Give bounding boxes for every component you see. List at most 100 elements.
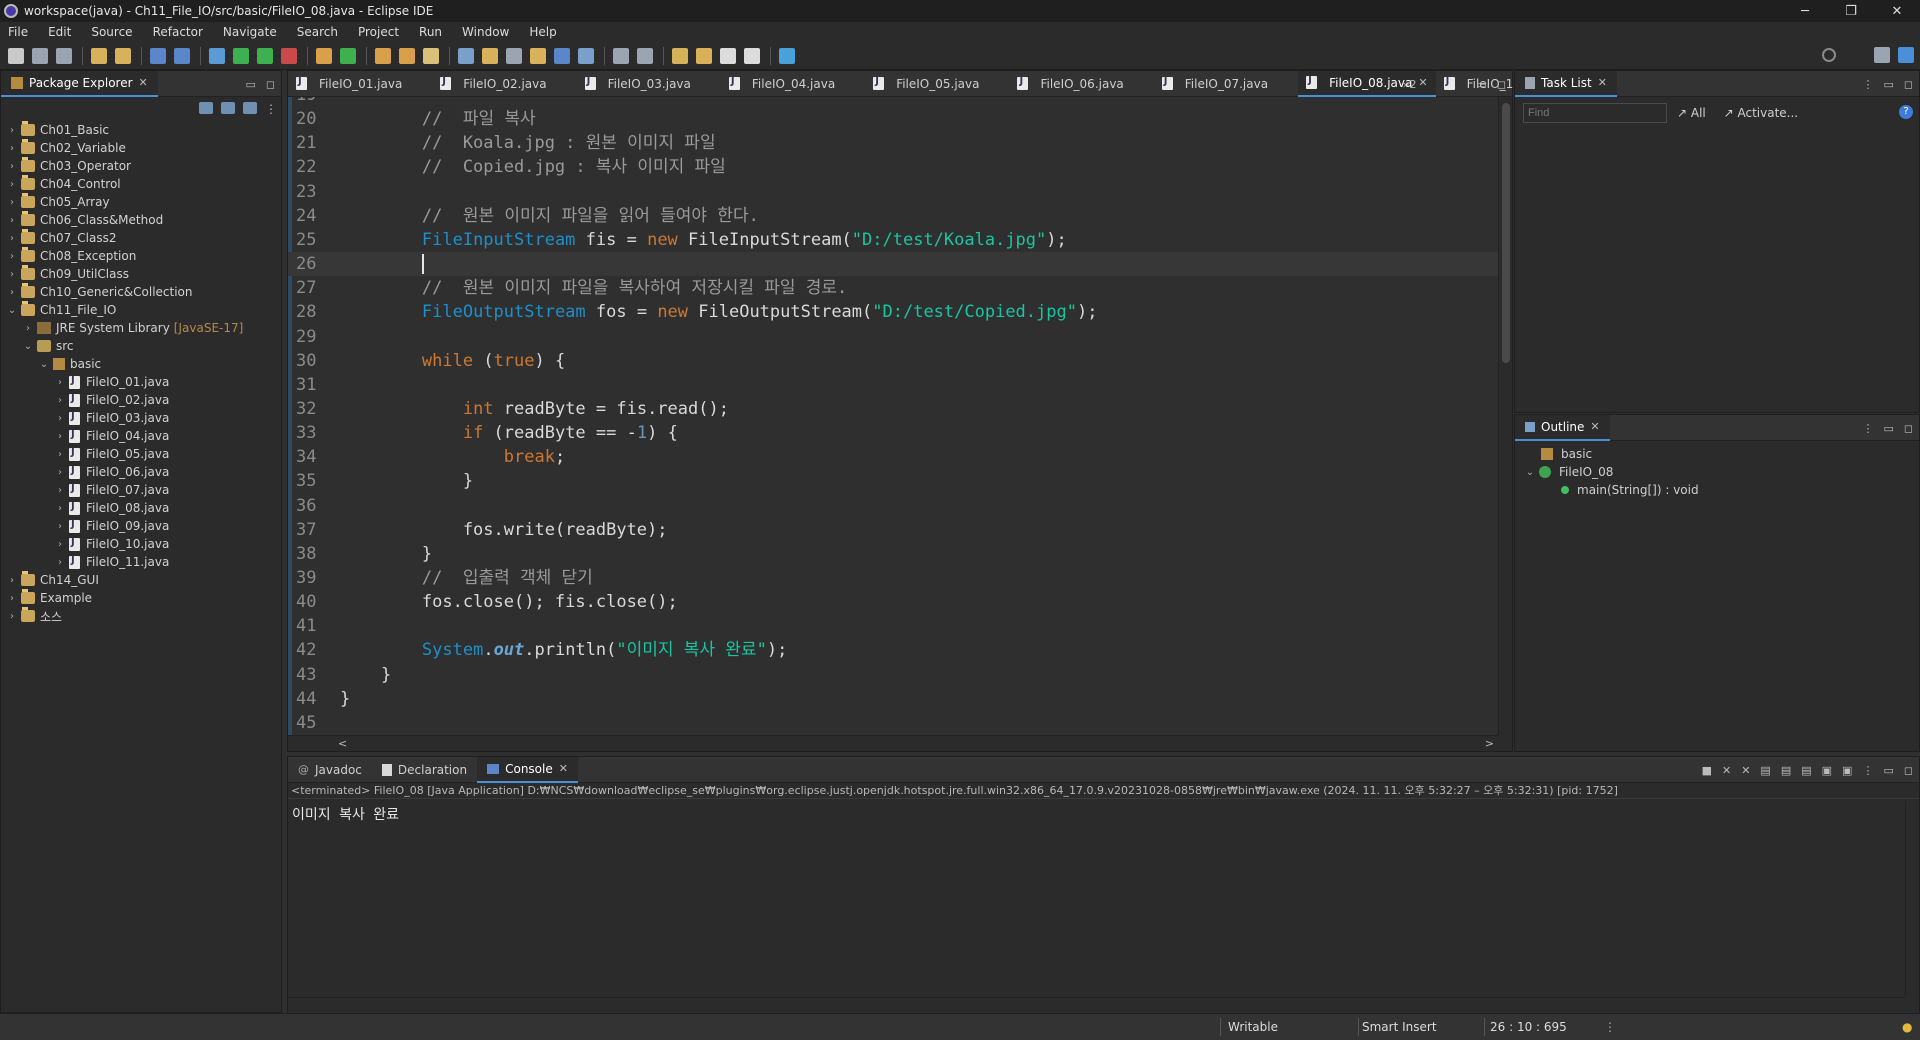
- prev-annotation-icon[interactable]: [637, 47, 653, 64]
- open-type-icon[interactable]: [375, 47, 391, 64]
- chevron-down-icon[interactable]: ⌄: [23, 341, 33, 352]
- word-wrap-icon[interactable]: ▤: [1781, 764, 1791, 777]
- new-class-icon[interactable]: [340, 47, 356, 64]
- link-with-editor-icon[interactable]: [221, 102, 235, 114]
- menu-run[interactable]: Run: [419, 25, 442, 39]
- terminal-icon[interactable]: [150, 47, 166, 64]
- chevron-right-icon[interactable]: ›: [7, 179, 17, 190]
- editor-tab[interactable]: FileIO_05.java: [865, 71, 1009, 97]
- console-horizontal-scrollbar[interactable]: [288, 997, 1905, 1013]
- tab-task-list[interactable]: Task List ✕: [1515, 70, 1617, 97]
- close-icon[interactable]: ✕: [139, 76, 148, 89]
- minimize-view-icon[interactable]: ▭: [245, 78, 255, 91]
- tab-javadoc[interactable]: @ Javadoc: [288, 757, 372, 783]
- code-line[interactable]: 23: [288, 180, 1512, 204]
- code-line[interactable]: 39 // 입출력 객체 닫기: [288, 566, 1512, 590]
- pilcrow-icon[interactable]: [578, 47, 594, 64]
- code-line[interactable]: 26: [288, 252, 1512, 277]
- code-line[interactable]: 21 // Koala.jpg : 원본 이미지 파일: [288, 131, 1512, 155]
- editor-tab[interactable]: FileIO_06.java: [1009, 71, 1153, 97]
- code-line[interactable]: 25 FileInputStream fis = new FileInputSt…: [288, 228, 1512, 252]
- tree-item-java[interactable]: › FileIO_07.java: [1, 481, 281, 499]
- tree-item-project[interactable]: › Ch08_Exception: [1, 247, 281, 265]
- save-icon[interactable]: [32, 47, 48, 64]
- tree-item-java[interactable]: › FileIO_11.java: [1, 553, 281, 571]
- code-line[interactable]: 36: [288, 494, 1512, 518]
- view-menu-icon[interactable]: ⋮: [1862, 78, 1873, 91]
- tab-declaration[interactable]: Declaration: [372, 757, 477, 783]
- code-line[interactable]: 34 break;: [288, 445, 1512, 469]
- tree-item-project[interactable]: › Ch03_Operator: [1, 157, 281, 175]
- restore-button[interactable]: ❐: [1828, 0, 1874, 22]
- tree-item-java[interactable]: › FileIO_06.java: [1, 463, 281, 481]
- code-line[interactable]: 40 fos.close(); fis.close();: [288, 590, 1512, 614]
- code-line[interactable]: 27 // 원본 이미지 파일을 복사하여 저장시킬 파일 경로.: [288, 276, 1512, 300]
- forward-icon[interactable]: [744, 47, 760, 64]
- help-icon[interactable]: ?: [1899, 105, 1913, 119]
- chevron-right-icon[interactable]: ›: [55, 449, 65, 460]
- editor-tab[interactable]: FileIO_07.java: [1154, 71, 1298, 97]
- chevron-right-icon[interactable]: ›: [7, 215, 17, 226]
- menu-refactor[interactable]: Refactor: [153, 25, 203, 39]
- save-all-icon[interactable]: [56, 47, 72, 64]
- coverage-icon[interactable]: [257, 47, 273, 64]
- search-icon[interactable]: [423, 47, 439, 64]
- minimize-view-icon[interactable]: ▭: [1883, 422, 1893, 435]
- tree-item-java[interactable]: › FileIO_02.java: [1, 391, 281, 409]
- code-line[interactable]: 22 // Copied.jpg : 복사 이미지 파일: [288, 155, 1512, 179]
- outline-item[interactable]: main(String[]) : void: [1521, 481, 1919, 499]
- chevron-down-icon[interactable]: ⌄: [1525, 467, 1535, 478]
- code-line[interactable]: 28 FileOutputStream fos = new FileOutput…: [288, 300, 1512, 324]
- undo-icon[interactable]: [91, 47, 107, 64]
- code-line[interactable]: 37 fos.write(readByte);: [288, 518, 1512, 542]
- toggle-mark-icon[interactable]: [458, 47, 474, 64]
- forward-edit-icon[interactable]: [696, 47, 712, 64]
- tree-item-java[interactable]: › FileIO_01.java: [1, 373, 281, 391]
- code-line[interactable]: 43 }: [288, 663, 1512, 687]
- all-link[interactable]: All: [1691, 106, 1706, 120]
- tree-item-project[interactable]: › Ch09_UtilClass: [1, 265, 281, 283]
- chevron-right-icon[interactable]: ›: [55, 557, 65, 568]
- menu-project[interactable]: Project: [358, 25, 399, 39]
- chevron-down-icon[interactable]: ⌄: [7, 305, 17, 316]
- editor-horizontal-scrollbar[interactable]: < >: [288, 735, 1498, 751]
- editor-tab[interactable]: FileIO_01.java: [288, 71, 432, 97]
- chevron-right-icon[interactable]: ›: [7, 233, 17, 244]
- tree-item-project[interactable]: › Ch02_Variable: [1, 139, 281, 157]
- console-output[interactable]: 이미지 복사 완료: [288, 799, 1919, 829]
- view-menu-icon[interactable]: ⋮: [1862, 764, 1873, 777]
- last-edit-icon[interactable]: [672, 47, 688, 64]
- outline-item[interactable]: basic: [1521, 445, 1919, 463]
- code-line[interactable]: 24 // 원본 이미지 파일을 읽어 들여야 한다.: [288, 204, 1512, 228]
- tree-item-java[interactable]: › FileIO_08.java: [1, 499, 281, 517]
- overflow-tabs-indicator[interactable]: »2: [1403, 78, 1417, 91]
- code-line[interactable]: 30 while (true) {: [288, 349, 1512, 373]
- chevron-right-icon[interactable]: ›: [7, 161, 17, 172]
- tree-item-project[interactable]: › Ch05_Array: [1, 193, 281, 211]
- tree-item-project[interactable]: › Ch07_Class2: [1, 229, 281, 247]
- code-line[interactable]: 20 // 파일 복사: [288, 107, 1512, 131]
- code-line[interactable]: 31: [288, 373, 1512, 397]
- skip-breakpoints-icon[interactable]: [174, 47, 190, 64]
- code-line[interactable]: 44}: [288, 687, 1512, 711]
- editor-tab[interactable]: FileIO_02.java: [432, 71, 576, 97]
- tree-item-java[interactable]: › FileIO_04.java: [1, 427, 281, 445]
- chevron-right-icon[interactable]: ›: [55, 395, 65, 406]
- menu-search[interactable]: Search: [297, 25, 338, 39]
- open-perspective-icon[interactable]: [1874, 47, 1890, 63]
- close-icon[interactable]: ✕: [1590, 420, 1599, 433]
- chevron-right-icon[interactable]: ›: [55, 377, 65, 388]
- chevron-right-icon[interactable]: ›: [7, 197, 17, 208]
- redo-icon[interactable]: [115, 47, 131, 64]
- tab-package-explorer[interactable]: Package Explorer ✕: [1, 70, 158, 97]
- editor-tab[interactable]: FileIO_04.java: [721, 71, 865, 97]
- menu-window[interactable]: Window: [462, 25, 509, 39]
- code-line[interactable]: 29: [288, 325, 1512, 349]
- filter-icon[interactable]: [243, 102, 257, 114]
- code-line[interactable]: 38 }: [288, 542, 1512, 566]
- code-line[interactable]: 45: [288, 711, 1512, 735]
- tree-item-java[interactable]: › FileIO_09.java: [1, 517, 281, 535]
- chevron-right-icon[interactable]: ›: [55, 413, 65, 424]
- editor-vertical-scrollbar[interactable]: [1498, 97, 1512, 735]
- code-editor[interactable]: 1920 // 파일 복사21 // Koala.jpg : 원본 이미지 파일…: [288, 97, 1512, 735]
